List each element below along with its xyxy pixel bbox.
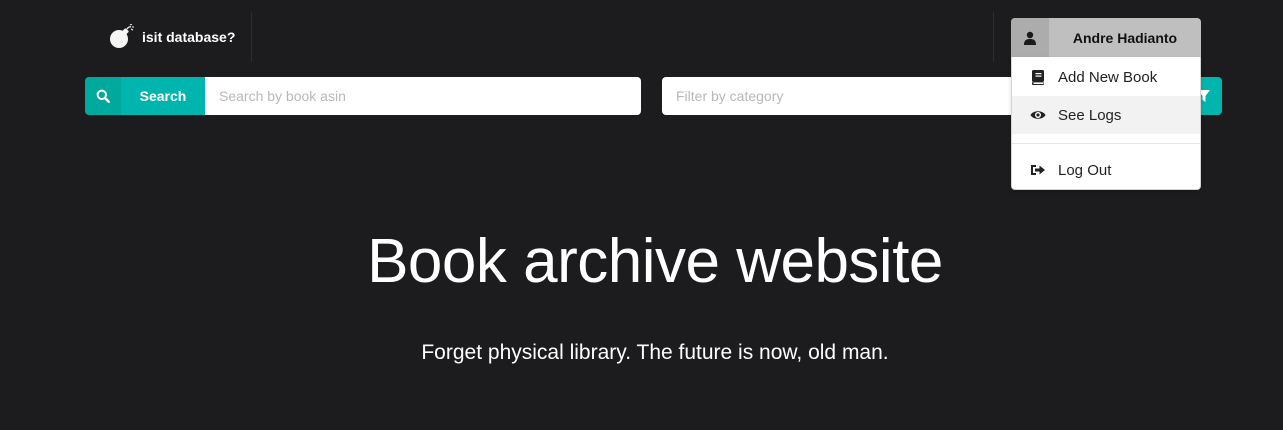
- search-group: Search: [85, 77, 641, 115]
- menu-item-label: Add New Book: [1058, 68, 1158, 86]
- eye-icon: [1030, 107, 1046, 123]
- hero-title: Book archive website: [367, 227, 943, 296]
- search-button[interactable]: Search: [121, 77, 205, 115]
- menu-item-add-new-book[interactable]: Add New Book: [1012, 58, 1200, 96]
- search-input[interactable]: [205, 77, 641, 115]
- book-icon: [1030, 69, 1046, 85]
- user-name: Andre Hadianto: [1072, 29, 1178, 46]
- menu-divider: [1012, 143, 1200, 144]
- user-icon: [1011, 18, 1049, 57]
- menu-item-log-out[interactable]: Log Out: [1012, 151, 1200, 189]
- search-icon[interactable]: [85, 77, 121, 115]
- menu-item-label: See Logs: [1058, 106, 1122, 124]
- nav-divider: [993, 12, 994, 62]
- brand[interactable]: isit database?: [96, 12, 253, 62]
- user-dropdown-menu: Add New Book See Logs Log Out: [1011, 57, 1201, 190]
- menu-item-label: Log Out: [1058, 161, 1112, 179]
- menu-item-see-logs[interactable]: See Logs: [1012, 96, 1200, 134]
- brand-label: isit database?: [142, 29, 236, 45]
- hero-subtitle: Forget physical library. The future is n…: [421, 341, 889, 364]
- user-menu-button[interactable]: Andre Hadianto: [1011, 18, 1201, 57]
- bomb-icon: [110, 24, 134, 48]
- sign-out-icon: [1030, 162, 1046, 178]
- page: isit database? Andre Hadianto Search Sea…: [0, 0, 1283, 430]
